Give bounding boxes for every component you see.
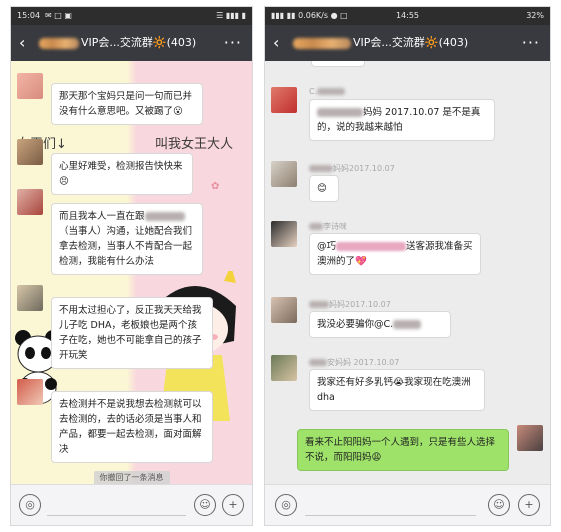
- sender-avatar[interactable]: [271, 297, 297, 323]
- message-bubble[interactable]: 我家还有好多乳钙😭我家现在吃澳洲 dha: [309, 369, 485, 411]
- blurred-group-name: [293, 37, 351, 49]
- message-text: （当事人）沟通，让她配合我们拿去检测，当事人不肯配合一起检测，我能有什么办法: [59, 226, 193, 267]
- recall-notice-text: 你撤回了一条消息: [93, 471, 170, 485]
- message-text: 去检测并不是说我想去检测就可以去检测的，去的话必须是当事人和产品，都要一起去检测…: [59, 399, 202, 455]
- sender-name: 妈妈2017.10.07: [309, 163, 395, 174]
- chat-header: ‹ VIP会...交流群🔆(403) ···: [11, 25, 252, 61]
- sender-avatar[interactable]: [17, 139, 43, 165]
- sender-avatar[interactable]: [271, 355, 297, 381]
- sender-avatar[interactable]: [17, 189, 43, 215]
- message-text: 那天那个宝妈只是问一句而已并没有什么意思吧。又被踢了😮: [59, 91, 193, 117]
- message-text: @巧: [317, 241, 337, 252]
- battery-level: 32%: [526, 11, 544, 20]
- voice-input-icon[interactable]: ◎: [19, 494, 41, 516]
- emoji-icon[interactable]: ☺: [194, 494, 216, 516]
- message-bubble[interactable]: 去检测并不是说我想去检测就可以去检测的，去的话必须是当事人和产品，都要一起去检测…: [51, 391, 213, 463]
- chat-title: VIP会...交流群🔆(403): [293, 35, 468, 51]
- message-bubble[interactable]: 不用太过担心了，反正我天天给我儿子吃 DHA，老板娘也是两个孩子在吃，她也不可能…: [51, 297, 213, 369]
- emoji-icon[interactable]: ☺: [488, 494, 510, 516]
- chat-header: ‹ VIP会...交流群🔆(403) ···: [265, 25, 550, 61]
- text-input[interactable]: [305, 515, 476, 516]
- message-text: 我没必要骗你@C.: [317, 319, 394, 330]
- message-bubble[interactable]: 心里好难受，检测报告快快来😣: [51, 153, 193, 195]
- message-list[interactable]: 女王们↓ 叫我女王大人 ✿ ✿ 那天那个宝妈只是问一句而已并没有什么意思吧。又被…: [11, 61, 252, 485]
- message-text: 看来不止阳阳妈一个人遇到，只是有些人选择不说，而阳阳妈😩: [305, 437, 496, 463]
- blurred-name: [144, 212, 185, 221]
- sender-name: 妈妈2017.10.07: [309, 299, 391, 310]
- more-icon[interactable]: ···: [224, 33, 242, 53]
- blurred-group-name: [39, 37, 79, 49]
- message-bubble[interactable]: [311, 61, 365, 67]
- sender-name: C.: [309, 87, 346, 96]
- message-bubble[interactable]: @巧 送客源我准备买澳洲的了💖: [309, 233, 481, 275]
- chat-title-text: VIP会...交流群🔆(403): [353, 36, 469, 49]
- input-bar: ◎ ☺ +: [11, 484, 252, 525]
- message-bubble[interactable]: 而且我本人一直在跟 （当事人）沟通，让她配合我们拿去检测，当事人不肯配合一起检测，…: [51, 203, 203, 275]
- status-bar: ▮▮▮ ▮▮ 0.06K/s ● □ 14:55 32%: [265, 7, 550, 25]
- wallpaper-text-right: 叫我女王大人: [155, 137, 234, 152]
- notification-icons: ✉ □ ▣: [45, 11, 72, 20]
- my-avatar[interactable]: [517, 425, 543, 451]
- left-chat-screenshot: 15:04 ✉ □ ▣ ☰ ▮▮▮ ▮ ‹ VIP会...交流群🔆(403) ·…: [10, 6, 253, 526]
- message-text: 而且我本人一直在跟: [59, 211, 145, 222]
- message-bubble[interactable]: 😊: [309, 175, 339, 202]
- right-chat-screenshot: ▮▮▮ ▮▮ 0.06K/s ● □ 14:55 32% ‹ VIP会...交流…: [264, 6, 551, 526]
- sender-avatar[interactable]: [17, 379, 43, 405]
- sender-avatar[interactable]: [271, 221, 297, 247]
- message-text: 😊: [317, 183, 327, 194]
- voice-input-icon[interactable]: ◎: [275, 494, 297, 516]
- input-bar: ◎ ☺ +: [265, 484, 550, 525]
- back-arrow-icon[interactable]: ‹: [19, 33, 25, 53]
- back-arrow-icon[interactable]: ‹: [273, 33, 279, 53]
- status-time: 14:55: [395, 11, 420, 20]
- plus-icon[interactable]: +: [222, 494, 244, 516]
- signal-battery-icons: ☰ ▮▮▮ ▮: [216, 11, 246, 20]
- status-bar: 15:04 ✉ □ ▣ ☰ ▮▮▮ ▮: [11, 7, 252, 25]
- message-text: 我家还有好多乳钙😭我家现在吃澳洲 dha: [317, 377, 471, 403]
- message-list[interactable]: C. 妈妈 2017.10.07 是不是真的，说的我越来越怕 妈妈2017.10…: [265, 61, 550, 485]
- sender-name: 李诗咪: [309, 221, 347, 232]
- plus-icon[interactable]: +: [518, 494, 540, 516]
- message-text: 不用太过担心了，反正我天天给我儿子吃 DHA，老板娘也是两个孩子在吃，她也不可能…: [59, 305, 202, 361]
- sender-avatar[interactable]: [17, 73, 43, 99]
- text-input[interactable]: [47, 515, 186, 516]
- flower-decoration: ✿: [211, 181, 220, 192]
- message-bubble[interactable]: 妈妈 2017.10.07 是不是真的，说的我越来越怕: [309, 99, 495, 141]
- recall-notice: 你撤回了一条消息: [11, 465, 252, 485]
- sender-avatar[interactable]: [17, 285, 43, 311]
- message-bubble[interactable]: 那天那个宝妈只是问一句而已并没有什么意思吧。又被踢了😮: [51, 83, 203, 125]
- blurred-name: [317, 108, 363, 117]
- sender-avatar[interactable]: [271, 87, 297, 113]
- more-icon[interactable]: ···: [522, 33, 540, 53]
- blurred-name: [393, 320, 422, 329]
- chat-title-text: VIP会...交流群🔆(403): [81, 36, 197, 49]
- my-message-bubble[interactable]: 看来不止阳阳妈一个人遇到，只是有些人选择不说，而阳阳妈😩: [297, 429, 509, 471]
- sender-name: 安妈妈 2017.10.07: [309, 357, 399, 368]
- chat-title: VIP会...交流群🔆(403): [39, 35, 196, 51]
- message-text: 心里好难受，检测报告快快来😣: [59, 161, 183, 187]
- blurred-name: [336, 242, 407, 251]
- message-bubble[interactable]: 我没必要骗你@C.: [309, 311, 451, 338]
- status-time: 15:04: [17, 11, 41, 20]
- sender-avatar[interactable]: [271, 161, 297, 187]
